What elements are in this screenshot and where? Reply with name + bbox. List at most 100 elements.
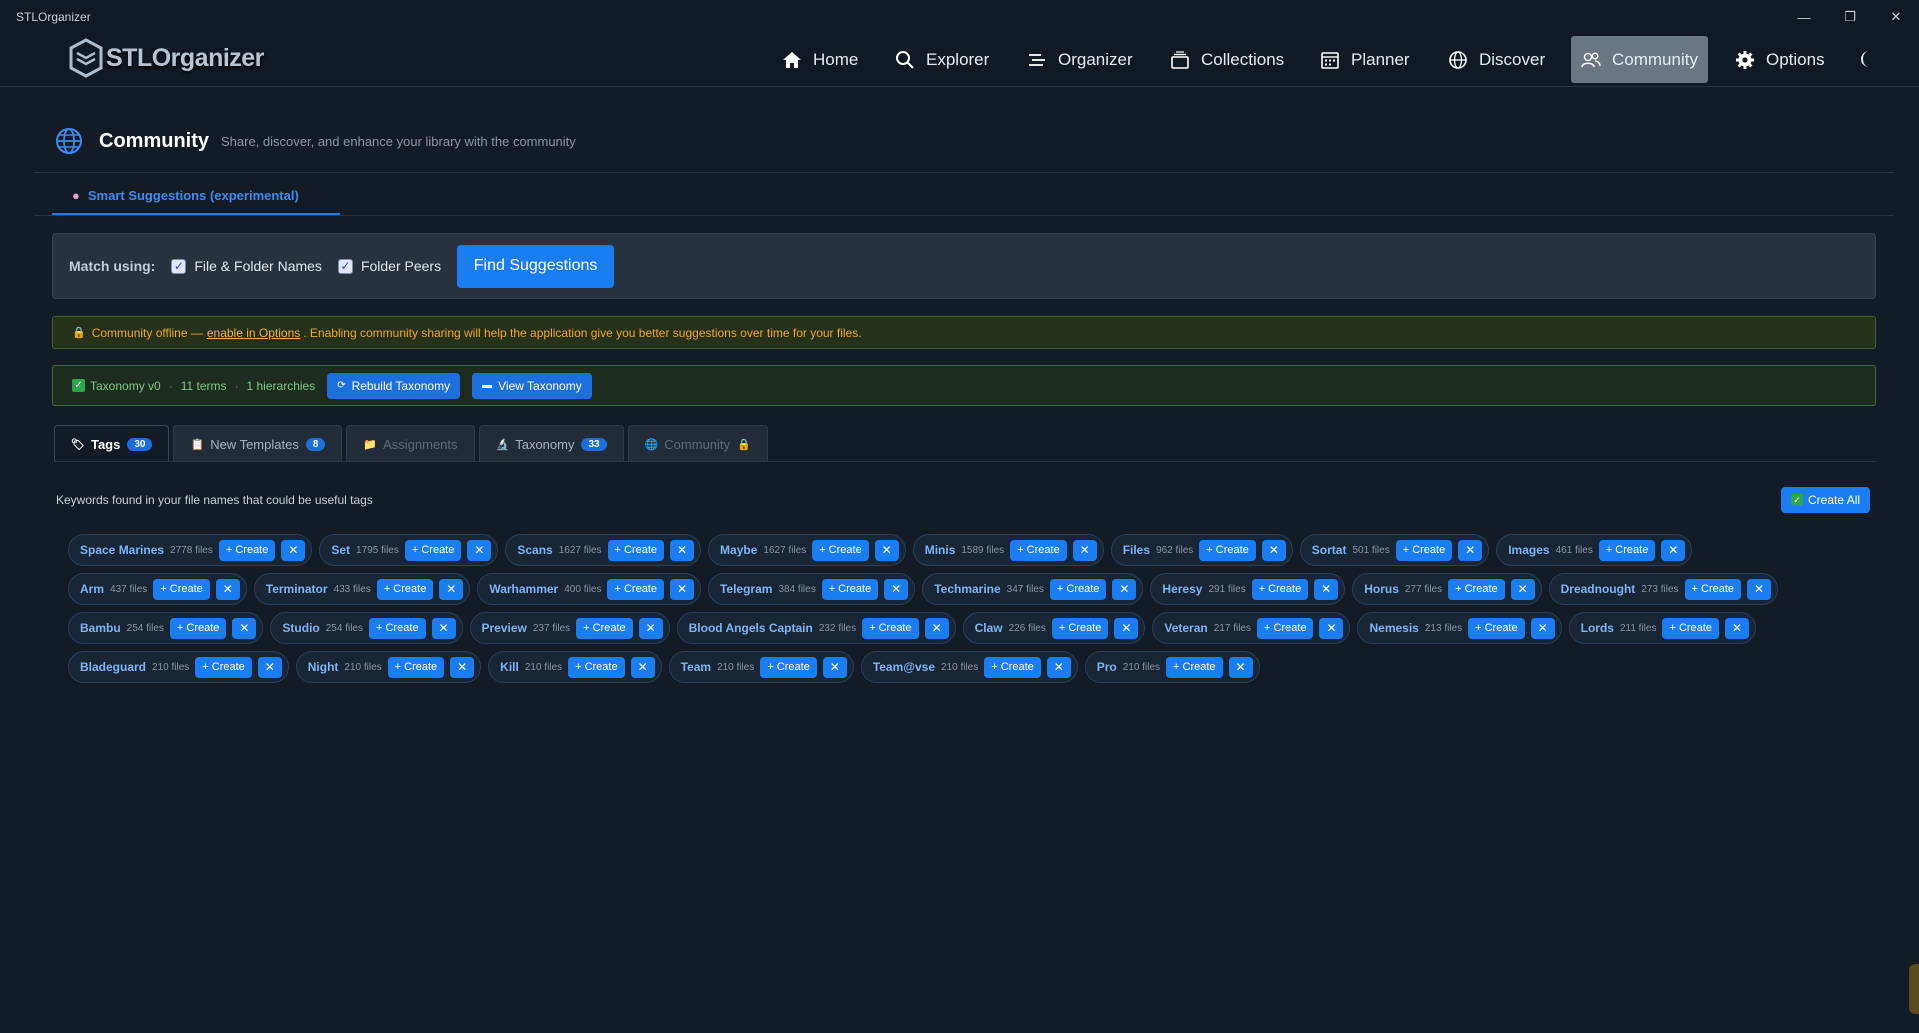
create-tag-button[interactable]: + Create	[984, 656, 1041, 678]
tab-community[interactable]: 🌐 Community 🔒	[627, 425, 768, 462]
nav-community[interactable]: Community	[1571, 36, 1708, 83]
create-tag-button[interactable]: + Create	[1166, 656, 1223, 678]
create-tag-button[interactable]: + Create	[218, 539, 276, 561]
create-tag-button[interactable]: + Create	[1448, 578, 1505, 600]
dismiss-tag-button[interactable]: ✕	[630, 656, 655, 678]
app-logo[interactable]: STLOrganizer	[68, 38, 264, 78]
create-tag-button[interactable]: + Create	[1049, 578, 1107, 600]
nav-options[interactable]: Options	[1725, 36, 1835, 83]
dismiss-tag-button[interactable]: ✕	[1747, 578, 1772, 600]
nav-discover[interactable]: Discover	[1438, 36, 1555, 83]
dismiss-tag-button[interactable]: ✕	[1458, 539, 1483, 561]
nav-collections[interactable]: Collections	[1160, 36, 1294, 83]
tag-name: Arm	[80, 582, 105, 596]
tag-file-count: 384 files	[778, 583, 816, 595]
dismiss-tag-button[interactable]: ✕	[1724, 617, 1749, 639]
tab-taxonomy[interactable]: 🔬 Taxonomy 33	[478, 425, 624, 462]
taxonomy-version: Taxonomy v0	[90, 378, 161, 393]
tag-suggestion-chip: Files 962 files + Create ✕	[1110, 534, 1293, 566]
dismiss-tag-button[interactable]: ✕	[450, 656, 475, 678]
side-panel-handle[interactable]	[1909, 964, 1919, 1014]
enable-in-options-link[interactable]: enable in Options	[207, 326, 300, 340]
tab-new-templates[interactable]: 📋 New Templates 8	[173, 425, 343, 462]
dismiss-tag-button[interactable]: ✕	[638, 617, 663, 639]
maximize-button[interactable]: ❐	[1827, 0, 1873, 34]
microscope-icon: 🔬	[495, 438, 510, 451]
dismiss-tag-button[interactable]: ✕	[1661, 539, 1686, 561]
tab-smart-suggestions[interactable]: ● Smart Suggestions (experimental)	[52, 177, 340, 215]
create-tag-button[interactable]: + Create	[1662, 617, 1719, 639]
rebuild-taxonomy-button[interactable]: ⟳ Rebuild Taxonomy	[327, 372, 461, 399]
cube-logo-icon	[69, 38, 103, 78]
create-tag-button[interactable]: + Create	[169, 617, 227, 639]
find-suggestions-button[interactable]: Find Suggestions	[457, 244, 615, 288]
dismiss-tag-button[interactable]: ✕	[924, 617, 949, 639]
dismiss-tag-button[interactable]: ✕	[1072, 539, 1097, 561]
dismiss-tag-button[interactable]: ✕	[439, 578, 464, 600]
minimize-button[interactable]: —	[1781, 0, 1827, 34]
tag-name: Team@vse	[872, 660, 935, 674]
dismiss-tag-button[interactable]: ✕	[1261, 539, 1286, 561]
moon-icon[interactable]	[1860, 48, 1880, 70]
create-tag-button[interactable]: + Create	[376, 578, 434, 600]
dismiss-tag-button[interactable]: ✕	[215, 578, 240, 600]
tag-name: Veteran	[1164, 621, 1208, 635]
view-taxonomy-button[interactable]: ▬ View Taxonomy	[472, 372, 592, 399]
dismiss-tag-button[interactable]: ✕	[669, 578, 694, 600]
create-tag-button[interactable]: + Create	[812, 539, 869, 561]
create-tag-button[interactable]: + Create	[404, 539, 462, 561]
dismiss-tag-button[interactable]: ✕	[1530, 617, 1555, 639]
create-tag-button[interactable]: + Create	[195, 656, 252, 678]
dismiss-tag-button[interactable]: ✕	[822, 656, 847, 678]
create-tag-button[interactable]: + Create	[1051, 617, 1109, 639]
dismiss-tag-button[interactable]: ✕	[884, 578, 909, 600]
dismiss-tag-button[interactable]: ✕	[232, 617, 257, 639]
dismiss-tag-button[interactable]: ✕	[1510, 578, 1535, 600]
create-tag-button[interactable]: + Create	[607, 539, 665, 561]
create-tag-button[interactable]: + Create	[1256, 617, 1314, 639]
create-tag-button[interactable]: + Create	[760, 656, 817, 678]
create-tag-button[interactable]: + Create	[1468, 617, 1525, 639]
create-tag-button[interactable]: + Create	[1395, 539, 1453, 561]
dismiss-tag-button[interactable]: ✕	[467, 539, 492, 561]
checkmark-icon: ✓	[171, 258, 187, 274]
tab-tags[interactable]: 🏷 Tags 30	[54, 425, 170, 462]
dismiss-tag-button[interactable]: ✕	[1046, 656, 1071, 678]
create-all-button[interactable]: ✓ Create All	[1781, 487, 1871, 513]
dismiss-tag-button[interactable]: ✕	[1314, 578, 1339, 600]
folder-peers-checkbox[interactable]: ✓ Folder Peers	[337, 258, 441, 274]
create-tag-button[interactable]: + Create	[1598, 539, 1656, 561]
dismiss-tag-button[interactable]: ✕	[257, 656, 282, 678]
create-tag-button[interactable]: + Create	[1684, 578, 1742, 600]
create-tag-button[interactable]: + Create	[1251, 578, 1309, 600]
close-window-button[interactable]: ✕	[1873, 0, 1919, 34]
create-tag-button[interactable]: + Create	[369, 617, 426, 639]
create-tag-button[interactable]: + Create	[568, 656, 625, 678]
dismiss-tag-button[interactable]: ✕	[1114, 617, 1139, 639]
create-tag-button[interactable]: + Create	[153, 578, 210, 600]
create-tag-button[interactable]: + Create	[862, 617, 919, 639]
dismiss-tag-button[interactable]: ✕	[874, 539, 899, 561]
create-tag-button[interactable]: + Create	[607, 578, 664, 600]
tag-suggestion-chip: Arm 437 files + Create ✕	[68, 573, 247, 605]
create-tag-button[interactable]: + Create	[387, 656, 445, 678]
nav-home[interactable]: Home	[772, 36, 868, 83]
window-titlebar: STLOrganizer — ❐ ✕	[0, 0, 1919, 34]
dismiss-tag-button[interactable]: ✕	[670, 539, 695, 561]
create-tag-button[interactable]: + Create	[821, 578, 879, 600]
dismiss-tag-button[interactable]: ✕	[281, 539, 306, 561]
nav-planner[interactable]: Planner	[1310, 36, 1420, 83]
tab-assignments[interactable]: 📁 Assignments	[346, 425, 475, 462]
dismiss-tag-button[interactable]: ✕	[431, 617, 456, 639]
dismiss-tag-button[interactable]: ✕	[1319, 617, 1344, 639]
nav-organizer[interactable]: Organizer	[1017, 36, 1143, 83]
create-tag-button[interactable]: + Create	[1010, 539, 1067, 561]
tag-name: Team	[680, 660, 712, 674]
dismiss-tag-button[interactable]: ✕	[1228, 656, 1253, 678]
nav-explorer[interactable]: Explorer	[885, 36, 999, 83]
file-folder-names-checkbox[interactable]: ✓ File & Folder Names	[171, 258, 322, 274]
gear-icon	[1736, 50, 1754, 69]
create-tag-button[interactable]: + Create	[1199, 539, 1256, 561]
create-tag-button[interactable]: + Create	[576, 617, 633, 639]
dismiss-tag-button[interactable]: ✕	[1112, 578, 1137, 600]
